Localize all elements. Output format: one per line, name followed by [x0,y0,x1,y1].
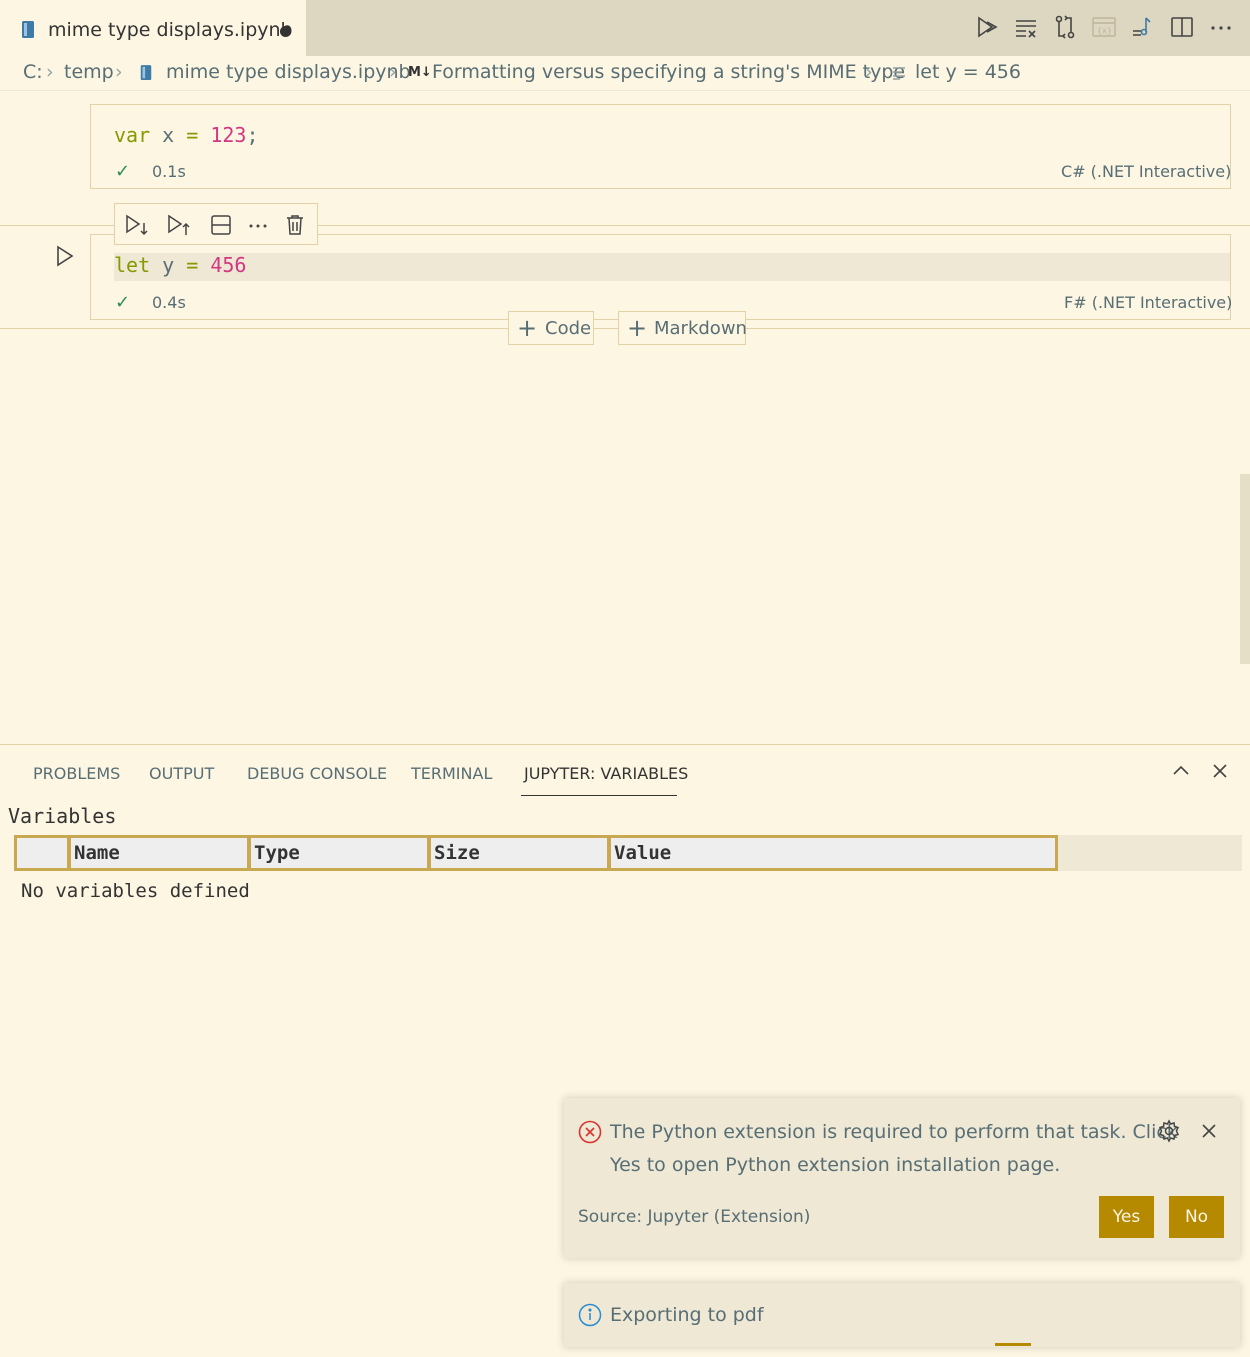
keyword: let [114,253,151,277]
compare-icon[interactable] [1052,14,1078,40]
plus-icon: + [517,314,538,342]
add-code-label: Code [545,318,592,339]
notebook-file-icon [20,20,36,40]
identifier: x [150,123,187,147]
add-markdown-label: Markdown [654,318,747,339]
column-header-size[interactable]: Size [428,835,610,871]
split-cell-icon[interactable] [209,213,233,237]
yes-button[interactable]: Yes [1099,1196,1154,1238]
run-below-icon[interactable] [124,213,150,237]
panel-border [0,744,1250,745]
number-literal: 456 [198,253,247,277]
cell-2-language[interactable]: F# (.NET Interactive) [1064,293,1232,312]
run-above-icon[interactable] [166,213,192,237]
number-literal: 123 [198,123,247,147]
chevron-right-icon: › [115,61,123,83]
chevron-right-icon: › [865,61,873,83]
success-check-icon: ✓ [115,161,131,182]
svg-text:{x}: {x} [1097,26,1112,35]
progress-indicator [995,1343,1031,1346]
run-cell-icon[interactable] [55,245,75,267]
editor-tab-notebook[interactable]: mime type displays.ipynb [0,0,306,56]
breadcrumb-folder[interactable]: temp [64,61,114,83]
cell-1-language[interactable]: C# (.NET Interactive) [1061,162,1231,181]
cell-2-duration: 0.4s [152,293,186,312]
unsaved-dot-icon[interactable] [280,26,291,37]
chevron-right-icon: › [389,61,397,83]
tab-debug-console[interactable]: DEBUG CONSOLE [247,764,387,783]
run-all-icon[interactable] [974,14,1000,40]
plus-icon: + [627,314,648,342]
more-icon[interactable] [246,213,270,237]
empty-message: No variables defined [21,880,250,902]
notification-message-line2: Yes to open Python extension installatio… [610,1154,1061,1176]
close-panel-icon[interactable] [1209,760,1231,782]
maximize-panel-icon[interactable] [1170,760,1192,782]
code-cell-icon [892,66,906,80]
operator: = [186,123,199,147]
cell-1-source[interactable]: var x = 123; [114,123,259,147]
divider [0,90,1250,91]
variables-title: Variables [8,804,117,828]
column-header-blank [14,835,70,871]
breadcrumb-cell[interactable]: let y = 456 [915,61,1021,83]
info-icon [578,1303,602,1327]
variables-icon[interactable]: {x} [1091,14,1117,40]
error-icon [578,1120,602,1144]
column-header-type[interactable]: Type [248,835,430,871]
clear-outputs-icon[interactable] [1013,14,1039,40]
active-tab-indicator [521,795,677,796]
success-check-icon: ✓ [115,292,131,313]
column-header-name[interactable]: Name [68,835,250,871]
tab-terminal[interactable]: TERMINAL [411,764,492,783]
add-markdown-cell-button[interactable]: + Markdown [618,311,747,345]
close-icon[interactable] [1198,1120,1220,1142]
tab-jupyter-variables[interactable]: JUPYTER: VARIABLES [524,764,688,783]
more-actions-icon[interactable] [1208,14,1234,40]
current-line-highlight [114,253,1230,281]
keyword: var [114,123,151,147]
notebook-file-icon [139,64,153,82]
breadcrumb-section[interactable]: Formatting versus specifying a string's … [432,61,905,83]
identifier: y [150,253,187,277]
notification-message-line1: The Python extension is required to perf… [610,1121,1178,1143]
cell-1-duration: 0.1s [152,162,186,181]
delete-icon[interactable] [283,213,307,237]
operator: = [186,253,199,277]
cell-toolbar [114,203,318,245]
tab-title: mime type displays.ipynb [48,19,293,41]
cell-2-source[interactable]: let y = 456 [114,253,246,277]
breadcrumb-drive[interactable]: C: [23,61,43,83]
split-editor-icon[interactable] [1169,14,1195,40]
add-code-cell-button[interactable]: + Code [508,311,594,345]
tab-problems[interactable]: PROBLEMS [33,764,120,783]
chevron-right-icon: › [46,61,54,83]
outline-icon[interactable] [1130,14,1156,40]
semicolon: ; [246,123,259,147]
scrollbar-thumb[interactable] [1240,474,1250,664]
export-message: Exporting to pdf [610,1304,764,1326]
code-cell-1[interactable] [90,104,1231,189]
gear-icon[interactable] [1157,1119,1181,1143]
breadcrumb-file[interactable]: mime type displays.ipynb [166,61,411,83]
column-header-value[interactable]: Value [608,835,1058,871]
notification-source: Source: Jupyter (Extension) [578,1207,811,1227]
markdown-icon: M↓ [408,65,432,80]
breadcrumb: C: › temp › mime type displays.ipynb › M… [0,56,1250,90]
tab-output[interactable]: OUTPUT [149,764,214,783]
no-button[interactable]: No [1169,1196,1224,1238]
